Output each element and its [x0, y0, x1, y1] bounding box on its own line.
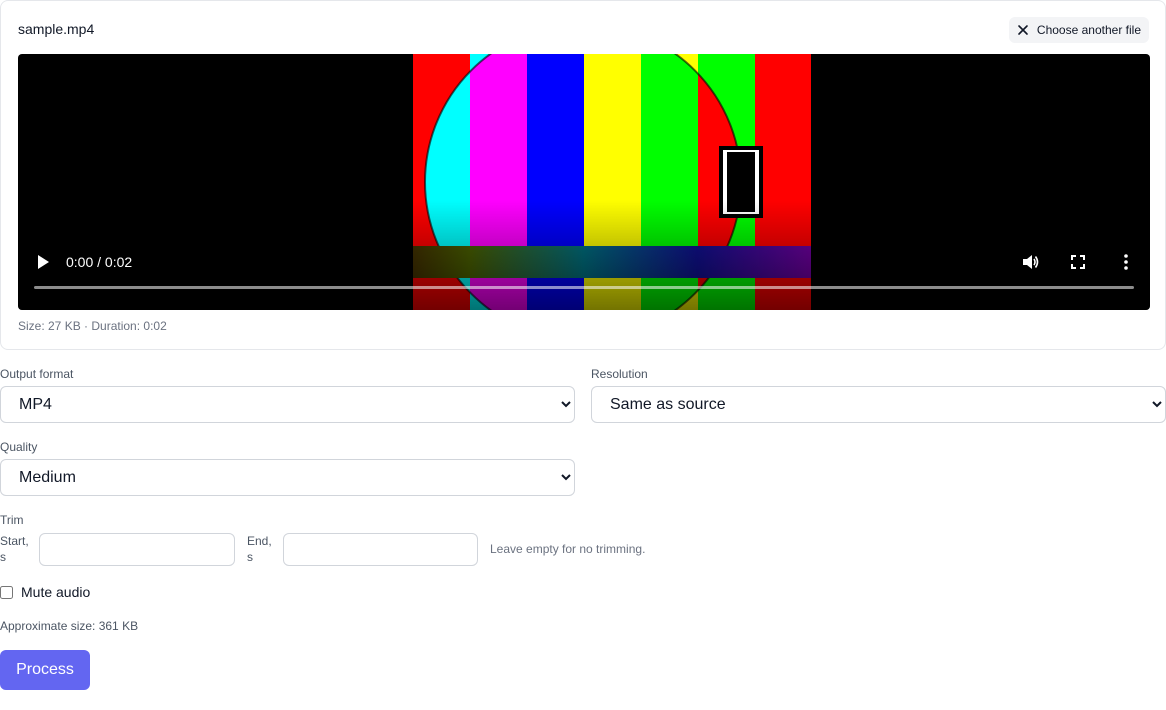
- controls-overlay: [18, 200, 1150, 310]
- choose-another-file-label: Choose another file: [1036, 23, 1141, 37]
- file-meta: Size: 27 KB · Duration: 0:02: [18, 319, 167, 333]
- video-progress-bar[interactable]: [34, 286, 1134, 289]
- quality-select[interactable]: Medium: [0, 459, 575, 496]
- file-name: sample.mp4: [18, 21, 95, 37]
- volume-icon[interactable]: [1020, 252, 1040, 272]
- mute-audio-checkbox[interactable]: [0, 586, 13, 599]
- output-format-select[interactable]: MP4: [0, 386, 575, 423]
- video-player[interactable]: 0:00 / 0:02: [18, 54, 1150, 310]
- trim-start-input[interactable]: [39, 533, 235, 566]
- process-button[interactable]: Process: [0, 650, 90, 690]
- fullscreen-icon[interactable]: [1068, 252, 1088, 272]
- quality-label: Quality: [0, 440, 38, 454]
- time-display: 0:00 / 0:02: [66, 254, 133, 270]
- resolution-select[interactable]: Same as source: [591, 386, 1166, 423]
- trim-start-label: Start, s: [0, 534, 29, 564]
- more-options-icon[interactable]: [1116, 252, 1136, 272]
- trim-label: Trim: [0, 513, 24, 527]
- approximate-size: Approximate size: 361 KB: [0, 619, 139, 633]
- choose-another-file-button[interactable]: Choose another file: [1008, 17, 1149, 43]
- trim-end-label: End, s: [247, 534, 272, 564]
- play-icon[interactable]: [36, 254, 50, 270]
- output-format-label: Output format: [0, 367, 74, 381]
- trim-end-input[interactable]: [283, 533, 478, 566]
- resolution-label: Resolution: [591, 367, 648, 381]
- close-icon: [1018, 25, 1028, 35]
- trim-hint: Leave empty for no trimming.: [490, 542, 646, 556]
- file-card: sample.mp4 Choose another file 0:00 / 0:…: [0, 0, 1166, 350]
- mute-audio-label[interactable]: Mute audio: [21, 584, 90, 600]
